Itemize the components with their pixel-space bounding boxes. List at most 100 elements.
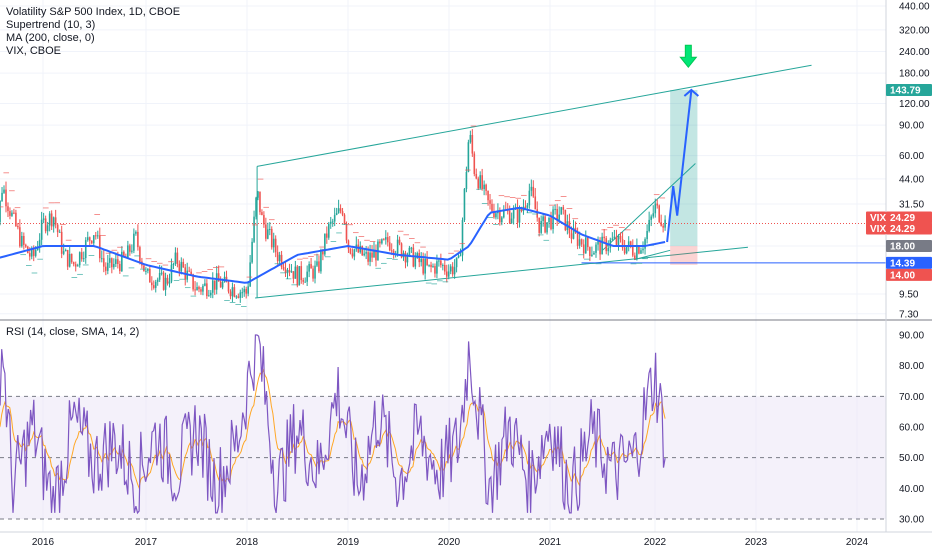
- candle-body: [154, 281, 157, 288]
- candle-body: [42, 218, 45, 220]
- candle-body: [532, 186, 535, 197]
- candle-body: [306, 271, 308, 282]
- candle-body: [80, 252, 83, 260]
- candle-body: [50, 213, 53, 227]
- candle-body: [607, 247, 610, 252]
- candle-body: [40, 219, 43, 240]
- candle-body: [310, 264, 312, 269]
- candle-body: [636, 246, 638, 259]
- candle-body: [428, 264, 430, 266]
- stop-zone[interactable]: [670, 246, 698, 265]
- candle-body: [265, 224, 267, 239]
- candle-body: [286, 270, 289, 274]
- candle-body: [174, 252, 177, 264]
- target-zone[interactable]: [670, 89, 698, 247]
- candle-body: [255, 197, 257, 217]
- candle-body: [540, 221, 542, 233]
- price-tick-label: 7.30: [899, 309, 919, 320]
- candle-body: [508, 210, 511, 224]
- candle-body: [272, 238, 275, 248]
- candle-body: [139, 247, 141, 262]
- candle-body: [84, 240, 87, 259]
- time-tick-label: 2017: [135, 537, 158, 548]
- candle-body: [642, 248, 644, 251]
- time-tick-label: 2021: [539, 537, 562, 548]
- candle-body: [443, 265, 446, 272]
- candle-body: [21, 235, 23, 247]
- candle-body: [365, 252, 367, 254]
- candle-body: [371, 252, 373, 258]
- candle-body: [589, 247, 591, 256]
- price-tick-label: 9.50: [899, 290, 919, 301]
- candle-body: [13, 212, 15, 214]
- candle-body: [137, 231, 139, 248]
- legend-supertrend[interactable]: Supertrend (10, 3): [6, 19, 95, 31]
- price-tag-label: 14.39: [890, 258, 915, 269]
- candle-body: [208, 295, 210, 297]
- candle-body: [105, 266, 107, 271]
- candle-body: [591, 254, 593, 256]
- candle-body: [499, 211, 501, 223]
- candle-body: [213, 280, 216, 290]
- candle-body: [550, 217, 552, 230]
- candle-body: [584, 237, 587, 254]
- legend-ma[interactable]: MA (200, close, 0): [6, 32, 95, 44]
- candle-body: [196, 287, 198, 291]
- candle-body: [34, 249, 37, 256]
- candle-body: [485, 184, 487, 191]
- candle-body: [640, 250, 642, 254]
- candle-body: [5, 189, 7, 207]
- candle-body: [221, 281, 224, 288]
- candle-body: [176, 252, 179, 264]
- candle-body: [170, 264, 173, 282]
- candle-body: [445, 271, 448, 277]
- candle-body: [210, 292, 212, 296]
- candle-body: [601, 236, 603, 255]
- candle-body: [652, 213, 655, 217]
- candle-body: [353, 249, 356, 257]
- candle-body: [473, 153, 476, 174]
- legend-vix[interactable]: VIX, CBOE: [6, 45, 61, 57]
- time-tick-label: 2023: [745, 537, 768, 548]
- candle-body: [251, 241, 253, 263]
- rsi-tick-label: 40.00: [899, 484, 924, 495]
- candle-body: [11, 212, 13, 216]
- price-tag-label: 24.29: [890, 224, 915, 235]
- candle-body: [282, 267, 285, 270]
- candle-body: [233, 287, 236, 297]
- candle-body: [72, 262, 75, 265]
- candle-body: [188, 270, 190, 272]
- candle-body: [253, 216, 255, 242]
- candle-body: [339, 208, 342, 212]
- candle-body: [634, 255, 636, 259]
- candle-body: [78, 252, 81, 266]
- candle-body: [318, 261, 320, 272]
- candle-body: [410, 247, 413, 249]
- candle-body: [152, 285, 155, 288]
- candle-body: [544, 216, 546, 233]
- legend-title: Volatility S&P 500 Index, 1D, CBOE: [6, 6, 180, 18]
- candle-body: [160, 272, 163, 274]
- candle-body: [229, 291, 232, 297]
- candle-body: [156, 279, 159, 282]
- candle-body: [471, 134, 474, 154]
- candle-body: [109, 258, 111, 263]
- candle-body: [158, 273, 161, 280]
- legend-rsi[interactable]: RSI (14, close, SMA, 14, 2): [6, 326, 139, 338]
- rsi-tick-label: 60.00: [899, 423, 924, 434]
- candle-body: [335, 213, 338, 215]
- candle-body: [593, 252, 595, 255]
- candle-body: [257, 191, 259, 198]
- candle-body: [296, 266, 299, 286]
- candle-body: [381, 239, 383, 244]
- candle-body: [96, 235, 99, 237]
- candle-body: [145, 270, 147, 272]
- candle-body: [414, 257, 417, 267]
- candle-body: [449, 266, 452, 272]
- candle-body: [576, 232, 579, 246]
- candle-body: [68, 253, 71, 267]
- candle-body: [215, 273, 218, 290]
- candle-body: [479, 175, 481, 189]
- candle-body: [349, 248, 352, 254]
- candle-body: [56, 224, 59, 233]
